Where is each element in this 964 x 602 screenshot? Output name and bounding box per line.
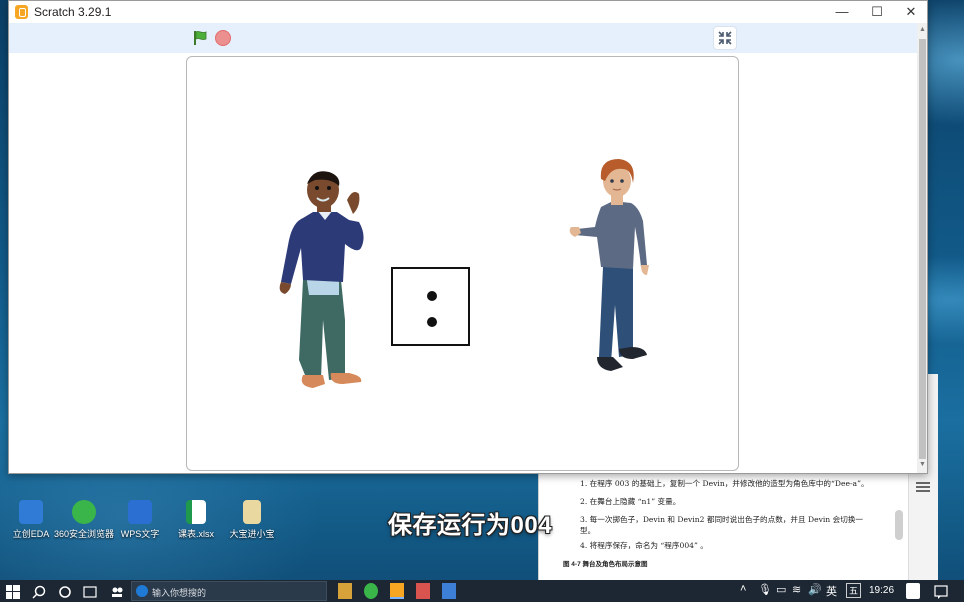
sliders-icon[interactable] (916, 480, 930, 492)
dice-sprite[interactable] (391, 267, 470, 346)
folder-file-icon (243, 500, 261, 524)
desktop-icon-folder[interactable]: 大宝进小宝 (221, 500, 283, 540)
desktop-icon-label: 大宝进小宝 (229, 529, 275, 539)
exit-fullscreen-icon (718, 31, 732, 45)
green-flag-icon[interactable] (192, 30, 208, 46)
document-line: 1. 在程序 003 的基础上，复制一个 Devin，并修改他的造型为角色库中的… (580, 479, 869, 488)
scroll-up-arrow-icon[interactable]: ▲ (919, 26, 926, 33)
pinned-wps-icon[interactable] (416, 583, 430, 599)
desktop-icon-label: WPS文字 (120, 529, 160, 539)
taskbar-clock[interactable]: 19:26 (869, 585, 894, 596)
document-line: 2. 在舞台上隐藏 “n1” 变量。 (580, 497, 681, 506)
character-sprite-right[interactable] (567, 157, 657, 382)
pinned-app-icon-2[interactable] (442, 583, 456, 599)
window-scrollbar[interactable]: ▲ ▼ (917, 23, 927, 473)
window-title: Scratch 3.29.1 (34, 5, 112, 19)
volume-icon[interactable]: 🔊 (808, 583, 822, 596)
desktop-icon-xlsx[interactable]: 课表.xlsx (165, 500, 227, 540)
tray-chevron-icon[interactable]: ˄ (740, 583, 746, 595)
minimize-button[interactable]: — (825, 1, 859, 23)
search-placeholder: 输入你想搜的 (152, 588, 207, 598)
document-caption: 图 4-7 舞台及角色布局示意图 (563, 561, 648, 568)
ime-mode[interactable]: 五 (846, 583, 862, 598)
pinned-browser-icon[interactable] (364, 583, 378, 599)
notification-app-icon[interactable] (906, 583, 920, 599)
task-view-icon[interactable] (83, 584, 97, 600)
document-line: 3. 每一次掷色子，Devin 和 Devin2 都同时说出色子的点数，并且 D… (580, 515, 863, 524)
windows-start-icon[interactable] (6, 584, 20, 600)
input-language[interactable]: 英 (826, 583, 837, 599)
document-line: 4. 将程序保存，命名为 “程序004” 。 (580, 541, 708, 550)
pinned-app-icon[interactable] (338, 583, 352, 599)
character-sprite-left[interactable] (273, 170, 373, 395)
action-center-icon[interactable] (934, 584, 948, 600)
people-icon[interactable] (110, 584, 124, 600)
pinned-scratch-icon[interactable] (390, 583, 404, 599)
document-scrollbar[interactable] (895, 510, 903, 540)
document-line: 型。 (580, 526, 596, 535)
taskbar: 输入你想搜的 ˄ 🎙 ▭ ≋ 🔊 英 五 19:26 (0, 580, 964, 602)
wifi-icon[interactable]: ≋ (792, 583, 801, 596)
scratch-app-icon (15, 5, 28, 19)
dice-pip (427, 291, 437, 301)
stage-canvas[interactable] (186, 56, 739, 471)
video-subtitle: 保存运行为004 (388, 512, 553, 539)
wps-writer-icon (128, 500, 152, 524)
desktop-icon-label: 课表.xlsx (177, 529, 214, 539)
stop-icon[interactable] (215, 30, 231, 46)
scratch-window: Scratch 3.29.1 — ☐ ✕ ▲ ▼ (8, 0, 928, 474)
taskbar-search-input[interactable]: 输入你想搜的 (131, 581, 327, 601)
spreadsheet-file-icon (186, 500, 206, 524)
microphone-icon[interactable]: 🎙 (758, 583, 772, 596)
cortana-icon[interactable] (58, 584, 72, 600)
exit-fullscreen-button[interactable] (713, 26, 737, 50)
network-icon[interactable]: ▭ (776, 583, 786, 596)
desktop-icon-label: 360安全浏览器 (53, 529, 115, 539)
scrollbar-thumb[interactable] (919, 39, 926, 459)
search-icon[interactable] (32, 584, 46, 600)
close-button[interactable]: ✕ (894, 1, 928, 23)
desktop-icon-wps[interactable]: WPS文字 (109, 500, 171, 540)
stage-header (9, 23, 917, 53)
desktop-icon-label: 立创EDA (12, 529, 50, 539)
browser-360-icon (72, 500, 96, 524)
lceda-icon (19, 500, 43, 524)
desktop-icon-360-browser[interactable]: 360安全浏览器 (53, 500, 115, 540)
title-bar[interactable]: Scratch 3.29.1 — ☐ ✕ (9, 1, 927, 23)
dice-pip (427, 317, 437, 327)
maximize-button[interactable]: ☐ (860, 1, 894, 23)
browser-e-icon (136, 585, 148, 597)
scroll-down-arrow-icon[interactable]: ▼ (919, 461, 926, 468)
